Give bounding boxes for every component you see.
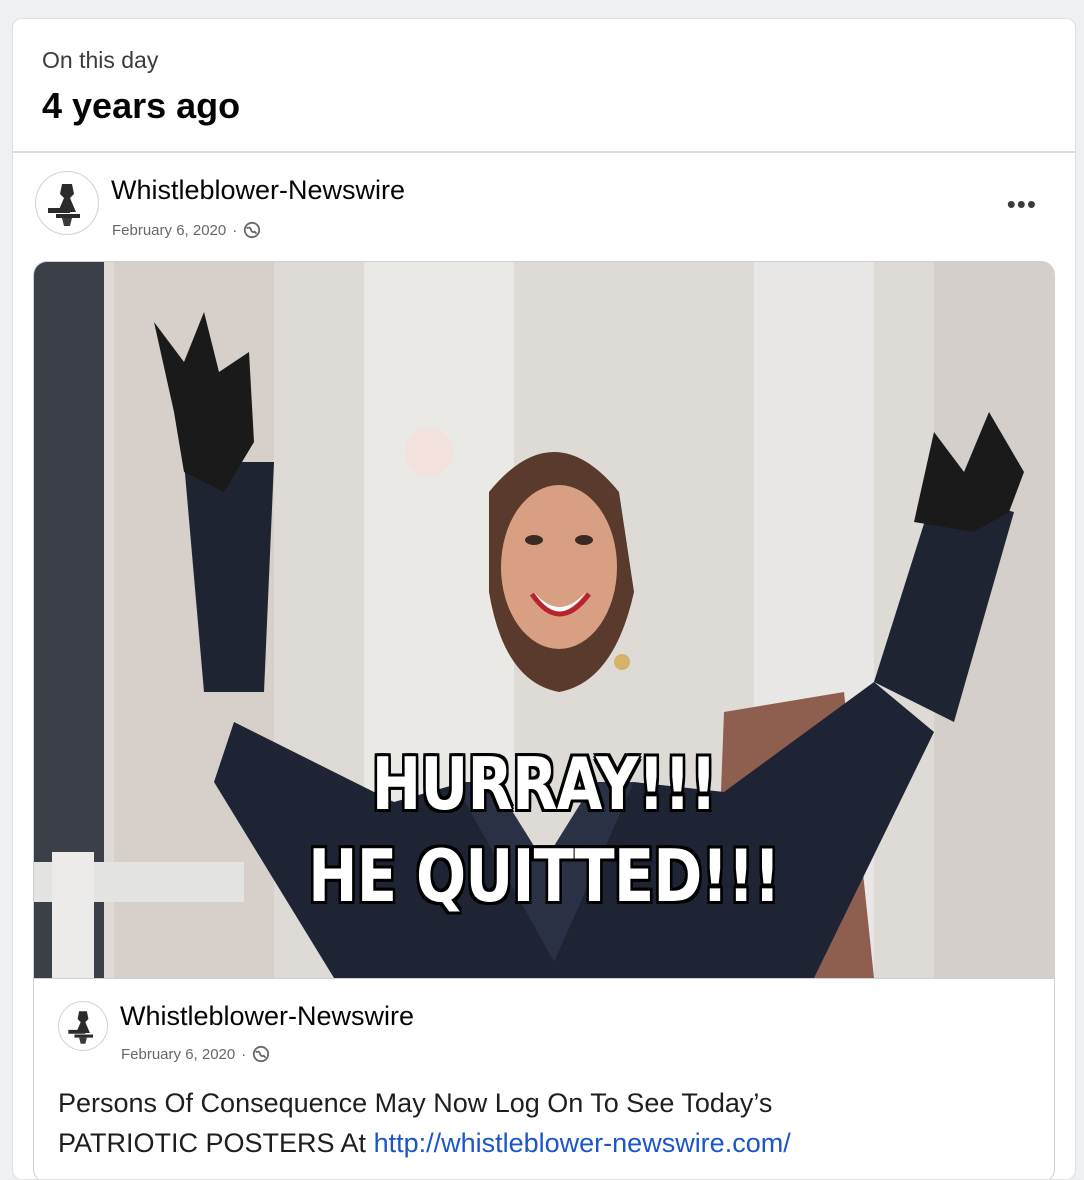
shared-author-avatar[interactable] (58, 1001, 108, 1051)
author-avatar[interactable] (35, 171, 99, 235)
more-options-button[interactable]: ••• (1007, 189, 1037, 220)
shared-post-date[interactable]: February 6, 2020 (121, 1046, 235, 1063)
post-photo[interactable]: HURRAY!!! HE QUITTED!!! (34, 262, 1054, 978)
shared-meta-separator: · (241, 1045, 247, 1063)
memory-title: 4 years ago (42, 85, 241, 126)
shared-post: HURRAY!!! HE QUITTED!!! Whistleblower-Ne… (33, 261, 1055, 1179)
meme-caption-line-1: HURRAY!!! (371, 742, 717, 826)
globe-icon (244, 221, 261, 239)
shared-post-details: Whistleblower-Newswire February 6, 2020 … (34, 978, 1054, 1179)
meta-separator: · (232, 221, 238, 239)
post-meta: February 6, 2020 · (112, 221, 261, 239)
memory-header: On this day 4 years ago (13, 19, 1075, 153)
shared-post-text-prefix: PATRIOTIC POSTERS At (58, 1128, 374, 1158)
shared-post-text: Persons Of Consequence May Now Log On To… (58, 1083, 1018, 1163)
memory-card: On this day 4 years ago Whistleblower-Ne… (12, 18, 1076, 1180)
shared-post-meta: February 6, 2020 · (121, 1045, 270, 1063)
shared-post-text-line-2: PATRIOTIC POSTERS At http://whistleblowe… (58, 1123, 1018, 1163)
shared-author-name[interactable]: Whistleblower-Newswire (120, 1001, 414, 1032)
post-author-name[interactable]: Whistleblower-Newswire (111, 175, 405, 206)
shared-post-text-line-1: Persons Of Consequence May Now Log On To… (58, 1088, 773, 1118)
website-link[interactable]: http://whistleblower-newswire.com/ (374, 1128, 791, 1158)
post-date[interactable]: February 6, 2020 (112, 222, 226, 239)
author-logo-icon (37, 173, 97, 233)
meme-caption-line-2: HE QUITTED!!! (308, 834, 781, 918)
shared-globe-icon (253, 1045, 270, 1063)
memory-label: On this day (42, 47, 159, 73)
shared-author-logo-icon (59, 1002, 107, 1050)
